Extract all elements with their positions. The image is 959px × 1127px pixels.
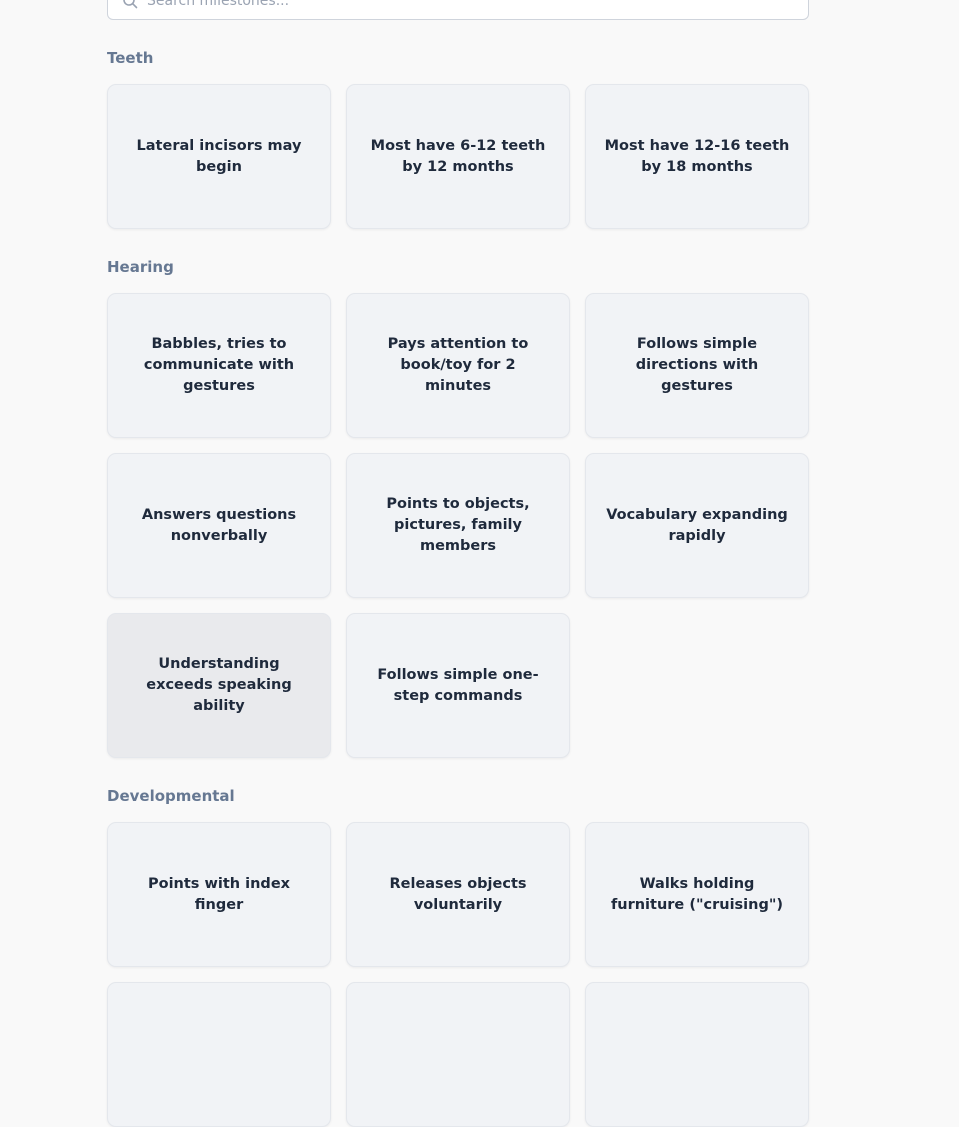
section-title-developmental: Developmental <box>107 787 235 805</box>
milestone-card-hovered[interactable]: Understanding exceeds speaking ability <box>107 613 331 758</box>
milestone-card[interactable] <box>346 982 570 1127</box>
milestone-card[interactable]: Most have 12-16 teeth by 18 months <box>585 84 809 229</box>
milestone-text: Answers questions nonverbally <box>141 506 297 544</box>
milestone-card[interactable]: Releases objects voluntarily <box>346 822 570 967</box>
search-bar[interactable] <box>107 0 809 20</box>
milestone-card[interactable]: Points to objects, pictures, family memb… <box>346 453 570 598</box>
milestone-card[interactable]: Answers questions nonverbally <box>107 453 331 598</box>
milestone-text: Most have 12-16 teeth by 18 months <box>604 137 790 175</box>
milestone-card[interactable]: Babbles, tries to communicate with gestu… <box>107 293 331 438</box>
milestone-text: Walks holding furniture ("cruising") <box>610 875 784 913</box>
search-icon <box>122 0 138 9</box>
section-title-hearing: Hearing <box>107 258 174 276</box>
milestone-text: Follows simple one-step commands <box>377 666 539 704</box>
milestone-card[interactable]: Pays attention to book/toy for 2 minutes <box>346 293 570 438</box>
milestone-text: Points to objects, pictures, family memb… <box>386 496 530 554</box>
milestone-card[interactable] <box>585 982 809 1127</box>
milestone-card[interactable]: Follows simple directions with gestures <box>585 293 809 438</box>
milestone-card[interactable]: Follows simple one-step commands <box>346 613 570 758</box>
milestone-card[interactable]: Points with index finger <box>107 822 331 967</box>
milestone-text: Follows simple directions with gestures <box>635 336 759 394</box>
milestone-card[interactable]: Walks holding furniture ("cruising") <box>585 822 809 967</box>
milestone-card[interactable]: Lateral incisors may begin <box>107 84 331 229</box>
milestone-text: Vocabulary expanding rapidly <box>606 506 788 544</box>
milestone-text: Most have 6-12 teeth by 12 months <box>370 137 546 175</box>
search-input[interactable] <box>147 0 747 9</box>
milestone-card[interactable]: Most have 6-12 teeth by 12 months <box>346 84 570 229</box>
milestone-text: Points with index finger <box>147 875 291 913</box>
milestone-grid-teeth: Lateral incisors may begin Most have 6-1… <box>107 84 811 229</box>
milestone-grid-hearing: Babbles, tries to communicate with gestu… <box>107 293 811 758</box>
milestone-card[interactable] <box>107 982 331 1127</box>
milestone-card[interactable]: Vocabulary expanding rapidly <box>585 453 809 598</box>
section-title-teeth: Teeth <box>107 49 154 67</box>
milestone-text: Releases objects voluntarily <box>389 875 527 913</box>
milestone-grid-developmental: Points with index finger Releases object… <box>107 822 811 1127</box>
milestone-text: Lateral incisors may begin <box>136 137 302 175</box>
milestone-text: Understanding exceeds speaking ability <box>146 656 292 714</box>
milestone-text: Pays attention to book/toy for 2 minutes <box>387 336 529 394</box>
milestone-text: Babbles, tries to communicate with gestu… <box>143 336 295 394</box>
